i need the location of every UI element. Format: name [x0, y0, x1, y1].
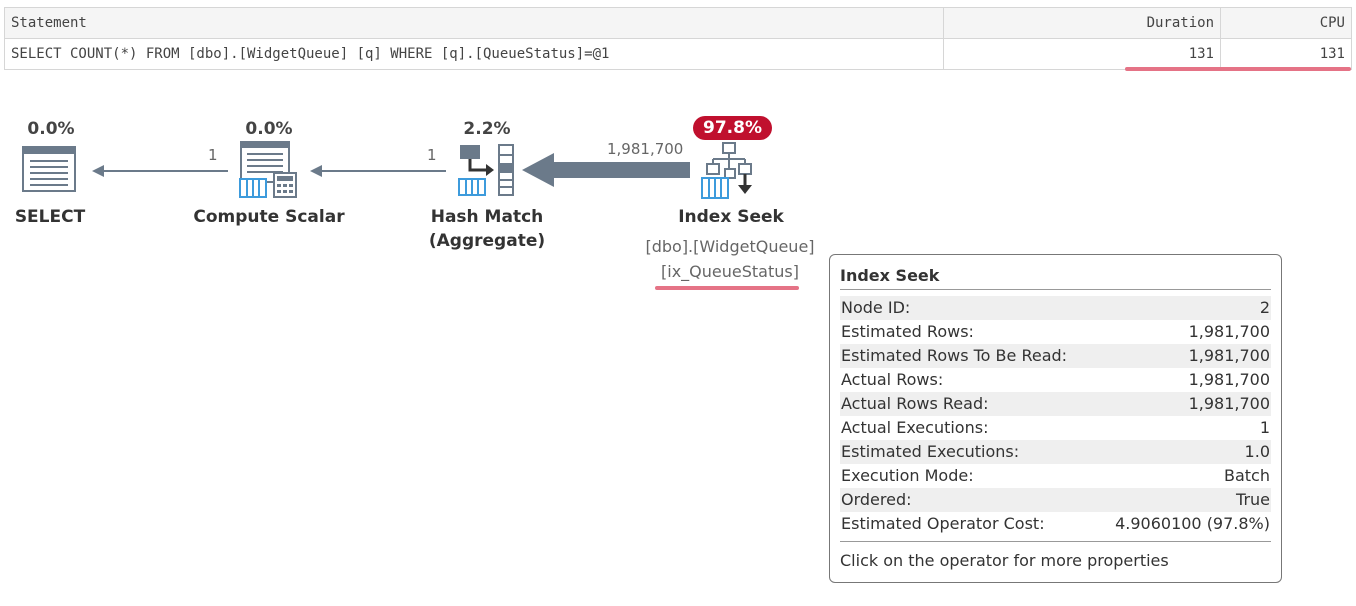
tooltip-footer: Click on the operator for more propertie… — [840, 541, 1271, 572]
tooltip-property-value: 2 — [1259, 298, 1270, 317]
tooltip-property-value: 1.0 — [1244, 442, 1270, 461]
cpu-column-header[interactable]: CPU — [1220, 7, 1352, 39]
tooltip-property-value: 1,981,700 — [1188, 370, 1270, 389]
operator-tooltip: Index Seek Node ID: 2 Estimated Rows: 1,981… — [829, 254, 1282, 583]
tooltip-property-row: Ordered: True — [840, 488, 1271, 512]
arrow-row-count: 1,981,700 — [607, 140, 684, 158]
tooltip-properties: Node ID: 2 Estimated Rows: 1,981,700 Estimat… — [840, 296, 1271, 536]
select-icon[interactable] — [22, 145, 78, 197]
tooltip-property-row: Estimated Operator Cost: 4.9060100 (97.8%… — [840, 512, 1271, 536]
tooltip-property-label: Actual Rows Read: — [841, 394, 989, 413]
index-seek-object-name: [dbo].[WidgetQueue] — [645, 237, 815, 256]
compute-scalar-icon[interactable] — [238, 141, 300, 203]
tooltip-property-label: Execution Mode: — [841, 466, 974, 485]
hash-match-icon[interactable] — [456, 143, 518, 201]
compute-scalar-operator-label[interactable]: Compute Scalar — [189, 205, 349, 229]
tooltip-property-label: Actual Executions: — [841, 418, 989, 437]
hash-match-cost-pct: 2.2% — [463, 119, 511, 139]
tooltip-property-value: 1,981,700 — [1188, 394, 1270, 413]
tooltip-property-row: Actual Rows: 1,981,700 — [840, 368, 1271, 392]
index-seek-cost-badge: 97.8% — [693, 116, 772, 140]
arrow-row-count: 1 — [427, 146, 437, 164]
compute-scalar-cost-pct: 0.0% — [245, 119, 293, 139]
grid-header-row: Statement Duration CPU — [4, 7, 1352, 39]
tooltip-property-row: Actual Rows Read: 1,981,700 — [840, 392, 1271, 416]
tooltip-property-label: Actual Rows: — [841, 370, 944, 389]
arrow-seek-to-hash[interactable] — [522, 152, 690, 192]
statement-grid: Statement Duration CPU SELECT COUNT(*) F… — [4, 7, 1352, 70]
tooltip-property-row: Estimated Rows To Be Read: 1,981,700 — [840, 344, 1271, 368]
duration-cell[interactable]: 131 — [943, 38, 1221, 70]
index-seek-operator-label[interactable]: Index Seek — [656, 205, 806, 229]
select-cost-pct: 0.0% — [27, 119, 75, 139]
tooltip-property-label: Node ID: — [841, 298, 911, 317]
hash-match-operator-label[interactable]: Hash Match — [412, 205, 562, 229]
tooltip-property-value: 1,981,700 — [1188, 322, 1270, 341]
tooltip-property-value: 1 — [1259, 418, 1270, 437]
duration-cpu-highlight — [1125, 67, 1351, 71]
index-seek-icon[interactable] — [700, 142, 760, 204]
tooltip-title: Index Seek — [840, 263, 1271, 290]
arrow-row-count: 1 — [208, 146, 218, 164]
tooltip-property-row: Actual Executions: 1 — [840, 416, 1271, 440]
tooltip-property-label: Estimated Rows: — [841, 322, 974, 341]
tooltip-property-row: Estimated Executions: 1.0 — [840, 440, 1271, 464]
tooltip-property-row: Estimated Rows: 1,981,700 — [840, 320, 1271, 344]
arrow-compute-to-select[interactable] — [92, 163, 228, 183]
arrow-hash-to-compute[interactable] — [310, 163, 446, 183]
index-seek-index-name: [ix_QueueStatus] — [661, 262, 799, 281]
statement-cell[interactable]: SELECT COUNT(*) FROM [dbo].[WidgetQueue]… — [4, 38, 944, 70]
select-operator-label[interactable]: SELECT — [0, 205, 100, 229]
tooltip-property-label: Estimated Rows To Be Read: — [841, 346, 1068, 365]
tooltip-property-label: Ordered: — [841, 490, 912, 509]
tooltip-property-value: 1,981,700 — [1188, 346, 1270, 365]
duration-column-header[interactable]: Duration — [943, 7, 1221, 39]
tooltip-property-label: Estimated Operator Cost: — [841, 514, 1045, 533]
cpu-cell[interactable]: 131 — [1220, 38, 1352, 70]
tooltip-property-value: True — [1236, 490, 1270, 509]
tooltip-property-row: Node ID: 2 — [840, 296, 1271, 320]
hash-match-operator-sublabel[interactable]: (Aggregate) — [412, 229, 562, 253]
statement-column-header[interactable]: Statement — [4, 7, 944, 39]
table-row[interactable]: SELECT COUNT(*) FROM [dbo].[WidgetQueue]… — [4, 38, 1352, 70]
tooltip-property-value: 4.9060100 (97.8%) — [1115, 514, 1270, 533]
tooltip-property-label: Estimated Executions: — [841, 442, 1020, 461]
index-name-highlight — [655, 286, 799, 290]
tooltip-property-row: Execution Mode: Batch — [840, 464, 1271, 488]
tooltip-property-value: Batch — [1224, 466, 1270, 485]
